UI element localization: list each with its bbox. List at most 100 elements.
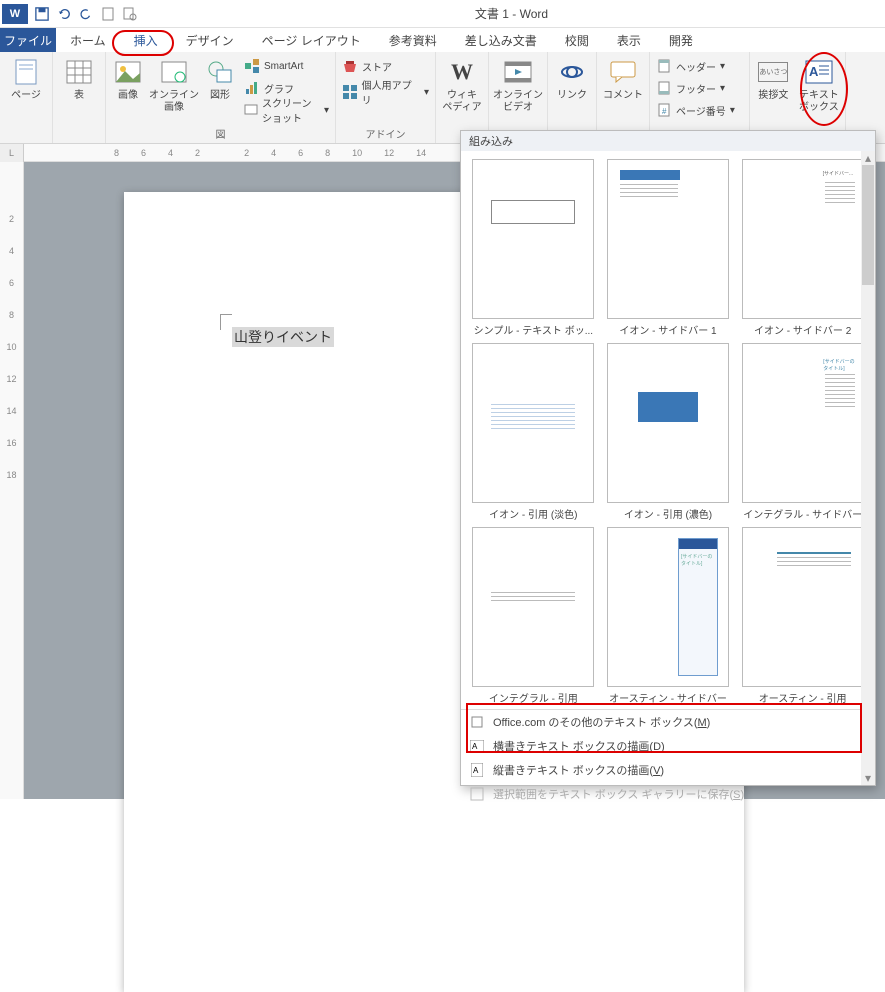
page-icon [10, 56, 42, 88]
textbox-button[interactable]: A テキスト ボックス [799, 56, 839, 114]
greeting-button[interactable]: あいさつ 挨拶文 [756, 56, 791, 102]
gallery-item-ion-sidebar1[interactable]: イオン - サイドバー 1 [604, 159, 733, 337]
gallery-item-integral-quote[interactable]: インテグラル - 引用 [469, 527, 598, 705]
myapps-button[interactable]: 個人用アプリ ▾ [342, 82, 429, 102]
screenshot-button[interactable]: スクリーンショット ▾ [244, 100, 329, 120]
gallery-item-ion-sidebar2[interactable]: [サイドバー... イオン - サイドバー 2 [738, 159, 867, 337]
ruler-mark: 6 [141, 148, 146, 158]
tab-review[interactable]: 校閲 [551, 28, 603, 52]
greeting-icon: あいさつ [757, 56, 789, 88]
pages-button[interactable]: ページ [6, 56, 46, 102]
online-video-button[interactable]: オンライン ビデオ [495, 56, 541, 114]
title-bar: W 文書 1 - Word [0, 0, 885, 28]
tab-mailings[interactable]: 差し込み文書 [451, 28, 551, 52]
picture-button[interactable]: 画像 [112, 56, 144, 102]
ruler-mark: 14 [416, 148, 426, 158]
gallery-item-ion-quote-light[interactable]: イオン - 引用 (淡色) [469, 343, 598, 521]
online-picture-icon [158, 56, 190, 88]
redo-icon[interactable] [78, 6, 94, 22]
video-label: オンライン ビデオ [493, 90, 543, 114]
gallery-item-label: オースティン - 引用 [742, 690, 864, 705]
header-label: ヘッダー [676, 59, 716, 74]
ruler-mark: 2 [9, 214, 14, 224]
cursor-mark [220, 314, 232, 315]
document-body-text[interactable]: 山登りイベント [232, 327, 334, 347]
chart-icon [244, 80, 260, 96]
ruler-mark: 14 [6, 406, 16, 416]
office-icon [469, 714, 485, 730]
comment-button[interactable]: コメント [603, 56, 643, 102]
scrollbar-thumb[interactable] [862, 165, 874, 285]
tab-developer[interactable]: 開発 [655, 28, 707, 52]
tab-view[interactable]: 表示 [603, 28, 655, 52]
draw-horizontal-textbox-button[interactable]: A 横書きテキスト ボックスの描画(D) [461, 734, 875, 758]
more-from-office-button[interactable]: Office.com のその他のテキスト ボックス(M) [461, 710, 875, 734]
gallery-item-ion-quote-dark[interactable]: イオン - 引用 (濃色) [604, 343, 733, 521]
tab-file[interactable]: ファイル [0, 28, 56, 52]
draw-h-label: 横書きテキスト ボックスの描画(D) [493, 738, 665, 754]
pagenum-button[interactable]: #ページ番号 ▾ [656, 100, 743, 120]
video-icon [502, 56, 534, 88]
online-picture-button[interactable]: オンライン 画像 [152, 56, 196, 114]
gallery-item-austin-quote[interactable]: オースティン - 引用 [738, 527, 867, 705]
comment-icon [607, 56, 639, 88]
footer-button[interactable]: フッター ▾ [656, 78, 743, 98]
shapes-icon [204, 56, 236, 88]
smartart-button[interactable]: SmartArt [244, 56, 329, 76]
svg-text:A: A [472, 742, 478, 751]
group-pages: ページ [0, 52, 53, 143]
window-title: 文書 1 - Word [138, 5, 885, 22]
footer-label: フッター [676, 81, 716, 96]
gallery-item-label: インテグラル - 引用 [472, 690, 594, 705]
table-button[interactable]: 表 [59, 56, 99, 102]
wikipedia-label: ウィキ ペディア [442, 90, 481, 114]
draw-vertical-textbox-button[interactable]: A 縦書きテキスト ボックスの描画(V) [461, 758, 875, 782]
group-addins: ストア 個人用アプリ ▾ アドイン [336, 52, 436, 143]
save-selection-button[interactable]: 選択範囲をテキスト ボックス ギャラリーに保存(S) [461, 782, 875, 806]
gallery-item-label: イオン - 引用 (淡色) [472, 506, 594, 521]
print-preview-icon[interactable] [122, 6, 138, 22]
ruler-mark: 12 [6, 374, 16, 384]
gallery-footer: Office.com のその他のテキスト ボックス(M) A 横書きテキスト ボ… [461, 709, 875, 806]
gallery-item-label: イオン - サイドバー 2 [742, 322, 864, 337]
addins-group-label: アドイン [342, 126, 429, 141]
ruler-mark: 2 [195, 148, 200, 158]
wikipedia-icon: W [446, 56, 478, 88]
new-doc-icon[interactable] [100, 6, 116, 22]
word-app-icon: W [2, 4, 28, 24]
ruler-corner: L [0, 144, 24, 162]
tab-home[interactable]: ホーム [56, 28, 120, 52]
tab-insert[interactable]: 挿入 [120, 28, 172, 52]
wikipedia-button[interactable]: W ウィキ ペディア [442, 56, 482, 114]
shapes-button[interactable]: 図形 [204, 56, 236, 102]
pages-label: ページ [11, 90, 41, 102]
smartart-label: SmartArt [264, 61, 303, 72]
gallery-item-integral-sidebar[interactable]: [サイドバーのタイトル] インテグラル - サイドバー [738, 343, 867, 521]
store-icon [342, 58, 358, 74]
gallery-header: 組み込み [461, 131, 875, 151]
store-label: ストア [362, 59, 392, 74]
link-button[interactable]: リンク [554, 56, 590, 102]
store-button[interactable]: ストア [342, 56, 429, 76]
myapps-label: 個人用アプリ [362, 77, 420, 107]
gallery-item-label: オースティン - サイドバー [607, 690, 729, 705]
greeting-label: 挨拶文 [758, 90, 788, 102]
ruler-mark: 12 [384, 148, 394, 158]
picture-icon [112, 56, 144, 88]
ruler-mark: 4 [271, 148, 276, 158]
group-illustrations: 画像 オンライン 画像 図形 SmartArt グラフ スクリーンショット ▾ … [106, 52, 336, 143]
undo-icon[interactable] [56, 6, 72, 22]
textbox-gallery-dropdown: 組み込み シンプル - テキスト ボッ... イオン - サイドバー 1 [サイ… [460, 130, 876, 786]
quick-access-toolbar [34, 6, 138, 22]
tab-design[interactable]: デザイン [172, 28, 248, 52]
comment-label: コメント [603, 90, 643, 102]
tab-layout[interactable]: ページ レイアウト [248, 28, 375, 52]
gallery-scrollbar[interactable]: ▴ ▾ [861, 151, 875, 785]
header-button[interactable]: ヘッダー ▾ [656, 56, 743, 76]
screenshot-label: スクリーンショット [262, 95, 320, 125]
save-selection-label: 選択範囲をテキスト ボックス ギャラリーに保存(S) [493, 786, 744, 802]
tab-references[interactable]: 参考資料 [375, 28, 451, 52]
gallery-item-austin-sidebar[interactable]: [サイドバーのタイトル] オースティン - サイドバー [604, 527, 733, 705]
save-icon[interactable] [34, 6, 50, 22]
gallery-item-simple[interactable]: シンプル - テキスト ボッ... [469, 159, 598, 337]
